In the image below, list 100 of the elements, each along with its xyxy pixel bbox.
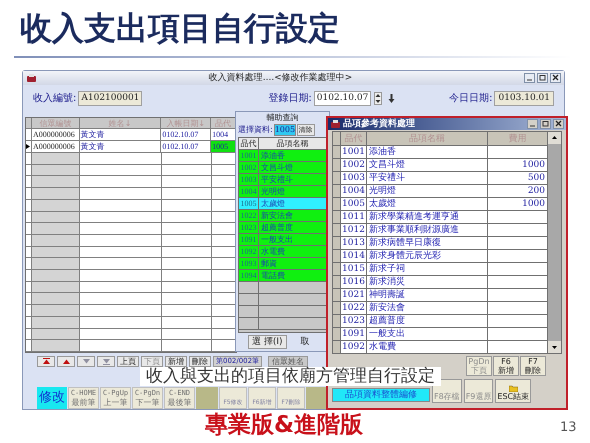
table-cell: 超薦普度 [367, 315, 488, 327]
down-arrow-icon[interactable] [388, 94, 396, 102]
table-row[interactable]: 1002 文昌斗燈 1000 [333, 159, 548, 172]
select-button[interactable]: 選 擇(I) [248, 335, 287, 349]
close-icon[interactable] [553, 119, 564, 129]
input-field[interactable]: 0102.10.07 [314, 90, 372, 106]
record-nav-button[interactable] [57, 356, 75, 367]
table-row[interactable]: 1022 新安法會 [333, 302, 548, 315]
previous-record-icon [62, 358, 70, 365]
table-row[interactable]: 1001 添油香 [333, 146, 548, 159]
column-header[interactable]: 品項名稱 [259, 138, 326, 149]
list-row[interactable]: 1005 太歲燈 [239, 198, 326, 210]
toolbar-button[interactable]: ESC結束 [495, 379, 532, 403]
next-record-icon [82, 358, 90, 365]
list-row[interactable]: 1002 文昌斗燈 [239, 162, 326, 174]
table-cell: 神明壽誕 [367, 289, 488, 301]
nav-button[interactable]: 新增 [165, 356, 187, 367]
table-cell: A000000006 [32, 129, 80, 140]
table-row[interactable]: 1015 新求子祠 [333, 263, 548, 276]
row-pointer-icon [26, 144, 30, 149]
table-cell: 一般支出 [367, 328, 488, 340]
list-row[interactable]: 1093 郵資 [239, 258, 326, 270]
list-row[interactable]: 1091 一般支出 [239, 234, 326, 246]
field-label: 今日日期: [449, 92, 492, 106]
record-nav-button[interactable] [97, 356, 115, 367]
table-cell: 新求病體早日康復 [367, 237, 488, 249]
record-nav-button[interactable] [77, 356, 95, 367]
table-row[interactable]: 1091 一般支出 [333, 328, 548, 341]
scroll-down-icon[interactable] [548, 341, 561, 353]
table-cell: 1091 [341, 328, 367, 340]
table-cell: 1092 [341, 341, 367, 353]
table-cell: 1005 [341, 198, 367, 210]
table-cell: 1000 [522, 159, 545, 171]
close-icon[interactable] [550, 73, 561, 83]
nav-button[interactable]: 上頁 [117, 356, 139, 367]
toolbar-button[interactable]: F6 新增 [493, 356, 519, 376]
table-cell: 添油香 [367, 146, 488, 158]
caption: 收入與支出的項目依廟方管理自行設定 [140, 367, 441, 386]
maximize-icon[interactable] [540, 119, 551, 129]
page-number: 13 [560, 420, 577, 436]
table-row[interactable]: 1012 新求事業順利財源廣進 [333, 224, 548, 237]
bulk-edit-button[interactable]: 品項資料整體編修 [332, 388, 430, 402]
table-cell: 水電費 [367, 341, 488, 353]
record-nav-button[interactable] [37, 356, 55, 367]
list-row[interactable]: 1001 添油香 [239, 150, 326, 162]
cancel-button[interactable]: 取 [300, 336, 310, 348]
field-label: 收入編號: [33, 92, 76, 106]
table-cell: 1004 [341, 185, 367, 197]
minimize-icon[interactable] [527, 119, 538, 129]
search-field[interactable]: 1005 [274, 124, 296, 136]
toolbar-button[interactable]: F7 刪除 [520, 356, 546, 376]
minimize-icon[interactable] [524, 73, 535, 83]
table-row[interactable]: 1016 新求消災 [333, 276, 548, 289]
table-cell: 黃文青 [80, 141, 162, 152]
list-row[interactable]: 1023 超薦普度 [239, 222, 326, 234]
column-header[interactable]: 品代 [239, 138, 259, 149]
first-record-icon [42, 358, 50, 365]
table-cell: A000000006 [32, 141, 80, 152]
input-field[interactable]: A102100001 [78, 90, 142, 106]
scrollbar[interactable] [548, 132, 561, 353]
table-cell: 1003 [341, 172, 367, 184]
table-row[interactable]: 1023 超薦普度 [333, 315, 548, 328]
table-cell: 新安法會 [367, 302, 488, 314]
slide-title: 收入支出項目自行設定 [20, 8, 340, 49]
table-cell: 1012 [341, 224, 367, 236]
table-row[interactable]: 1003 平安禮斗 500 [333, 172, 548, 185]
table-cell: 1021 [341, 289, 367, 301]
window-title: 收入資料處理....<修改作業處理中> [208, 72, 354, 84]
spinner-icon[interactable] [374, 92, 382, 104]
field-label: 選擇資料: [238, 124, 273, 136]
table-cell: 平安禮斗 [367, 172, 488, 184]
table-cell: 新求學業精進考運亨通 [367, 211, 488, 223]
list-row[interactable]: 1003 平安禮斗 [239, 174, 326, 186]
table-cell: 新求消災 [367, 276, 488, 288]
slide-subtitle: 專業版&進階版 [205, 411, 364, 440]
table-cell: 1022 [341, 302, 367, 314]
scroll-up-icon[interactable] [548, 132, 561, 144]
table-row[interactable]: 1021 神明壽誕 [333, 289, 548, 302]
table-row[interactable]: 1011 新求學業精進考運亨通 [333, 211, 548, 224]
window-title: 品項參考資料處理 [342, 118, 416, 130]
table-row[interactable]: 1004 光明燈 200 [333, 185, 548, 198]
input-field[interactable]: 0103.10.01 [494, 90, 554, 106]
app-icon [330, 119, 341, 129]
table-cell: 太歲燈 [367, 198, 488, 210]
table-cell: 文昌斗燈 [367, 159, 488, 171]
table-row[interactable]: 1005 太歲燈 1000 [333, 198, 548, 211]
list-row[interactable]: 1004 光明燈 [239, 186, 326, 198]
table-row[interactable]: 1014 新求身體元辰光彩 [333, 250, 548, 263]
list-row[interactable]: 1022 新安法會 [239, 210, 326, 222]
last-record-icon [102, 358, 110, 365]
nav-button[interactable]: 刪除 [189, 356, 211, 367]
maximize-icon[interactable] [537, 73, 548, 83]
app-icon [26, 73, 37, 83]
list-row[interactable]: 1092 水電費 [239, 246, 326, 258]
dialog-title: 輔助查詢 [266, 112, 300, 123]
table-row[interactable]: 1013 新求病體早日康復 [333, 237, 548, 250]
table-row[interactable]: 1092 水電費 [333, 341, 548, 354]
table-cell: 1002 [341, 159, 367, 171]
list-row[interactable]: 1094 電話費 [239, 270, 326, 282]
mode-indicator: 修改 [37, 387, 67, 409]
